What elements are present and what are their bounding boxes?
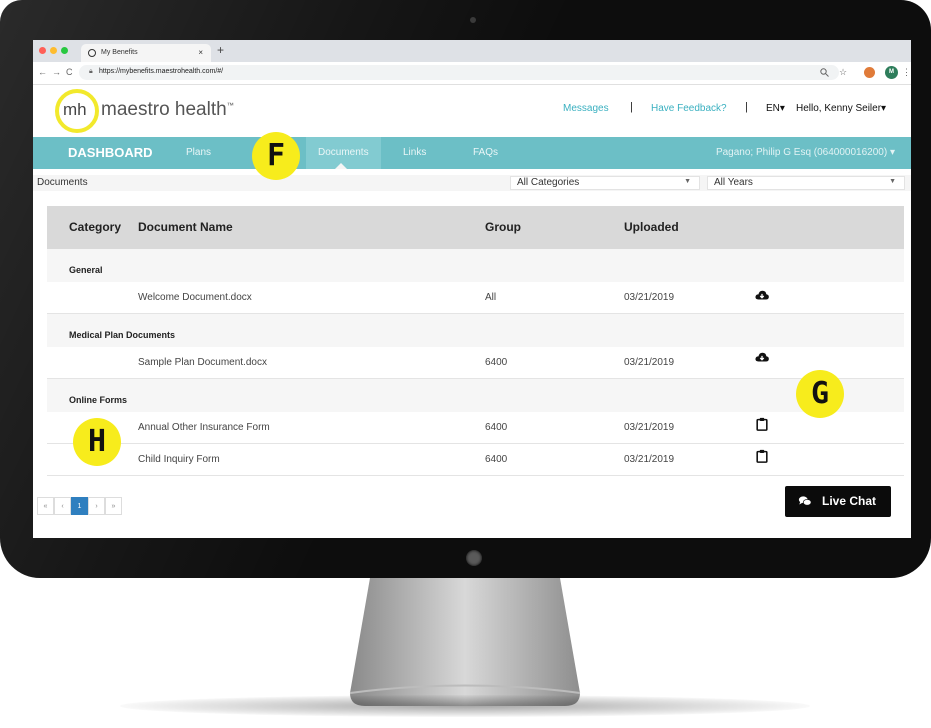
lock-icon: 🔒︎ [89, 68, 93, 75]
user-menu[interactable]: Hello, Kenny Seiler▾ [796, 103, 886, 114]
filter-bar: Documents All Categories ▼ All Years ▼ [33, 175, 911, 191]
logo-name: maestro health [101, 99, 227, 120]
reload-icon[interactable]: C [66, 67, 73, 77]
download-icon[interactable] [755, 289, 769, 303]
next-page-button[interactable]: › [88, 497, 105, 515]
header-separator: | [630, 101, 633, 113]
profile-avatar[interactable]: M [885, 66, 898, 79]
logo-mark: mh [63, 100, 87, 119]
close-window-icon[interactable] [39, 47, 46, 54]
bookmark-star-icon[interactable]: ☆ [839, 67, 847, 78]
year-select[interactable]: All Years ▼ [707, 176, 905, 190]
chevron-down-icon: ▼ [889, 178, 896, 185]
camera-icon [470, 17, 476, 23]
active-nav-indicator [335, 163, 347, 169]
forward-icon[interactable]: → [52, 67, 61, 77]
close-tab-icon[interactable]: × [198, 48, 203, 57]
trademark: ™ [226, 102, 234, 110]
table-row[interactable]: Child Inquiry Form 6400 03/21/2019 [47, 444, 904, 476]
prev-page-button[interactable]: ‹ [54, 497, 71, 515]
column-header-uploaded[interactable]: Uploaded [624, 220, 679, 234]
callout-f: F [252, 132, 300, 180]
column-header-group[interactable]: Group [485, 220, 521, 234]
group-row: Online Forms [47, 379, 904, 412]
live-chat-label: Live Chat [822, 494, 877, 508]
clipboard-icon[interactable] [755, 417, 769, 431]
table-row[interactable]: Annual Other Insurance Form 6400 03/21/2… [47, 412, 904, 444]
browser-tab-bar: My Benefits × + [33, 40, 911, 62]
group-name: Online Forms [69, 395, 128, 405]
header-separator: | [745, 101, 748, 113]
language-dropdown[interactable]: EN▾ [766, 103, 785, 114]
monitor-stand [349, 578, 581, 706]
category-select[interactable]: All Categories ▼ [510, 176, 700, 190]
monitor-power-indicator [466, 550, 482, 566]
feedback-link[interactable]: Have Feedback? [651, 103, 727, 114]
group-row: General [47, 249, 904, 282]
current-page[interactable]: 1 [71, 497, 88, 515]
nav-dashboard[interactable]: DASHBOARD [68, 137, 153, 169]
chevron-down-icon: ▼ [684, 178, 691, 185]
minimize-window-icon[interactable] [50, 47, 57, 54]
first-page-button[interactable]: « [37, 497, 54, 515]
maximize-window-icon[interactable] [61, 47, 68, 54]
messages-link[interactable]: Messages [563, 103, 609, 114]
document-name[interactable]: Sample Plan Document.docx [138, 357, 267, 368]
live-chat-button[interactable]: Live Chat [785, 486, 891, 517]
table-header: Category Document Name Group Uploaded [47, 206, 904, 249]
logo-text[interactable]: maestro health™ [101, 99, 234, 121]
clipboard-icon[interactable] [755, 449, 769, 463]
callout-h: H [73, 418, 121, 466]
tab-title: My Benefits [101, 49, 138, 56]
document-group: 6400 [485, 357, 508, 368]
chat-bubbles-icon [798, 496, 812, 506]
back-icon[interactable]: ← [38, 67, 47, 77]
document-uploaded: 03/21/2019 [624, 454, 675, 465]
menu-dots-icon[interactable]: ⋮ [902, 67, 911, 78]
document-name[interactable]: Child Inquiry Form [138, 454, 220, 465]
document-group: All [485, 292, 497, 303]
address-bar[interactable]: 🔒︎ https://mybenefits.maestrohealth.com/… [79, 65, 839, 80]
document-uploaded: 03/21/2019 [624, 357, 675, 368]
download-icon[interactable] [755, 351, 769, 365]
document-name[interactable]: Annual Other Insurance Form [138, 422, 270, 433]
extension-icon[interactable] [864, 67, 875, 78]
zoom-icon[interactable] [820, 68, 829, 77]
table-row[interactable]: Sample Plan Document.docx 6400 03/21/201… [47, 347, 904, 379]
document-group: 6400 [485, 422, 508, 433]
column-header-document-name[interactable]: Document Name [138, 220, 233, 234]
main-nav: DASHBOARD Plans Documents Links FAQs Pag… [33, 137, 911, 169]
table-row[interactable]: Welcome Document.docx All 03/21/2019 [47, 282, 904, 314]
group-row: Medical Plan Documents [47, 314, 904, 347]
favicon-icon [88, 49, 96, 57]
browser-toolbar: ← → C 🔒︎ https://mybenefits.maestrohealt… [33, 62, 911, 85]
document-uploaded: 03/21/2019 [624, 422, 675, 433]
browser-tab[interactable]: My Benefits × [81, 44, 211, 62]
nav-faqs[interactable]: FAQs [473, 137, 498, 169]
document-group: 6400 [485, 454, 508, 465]
nav-plans[interactable]: Plans [186, 137, 211, 169]
callout-g: G [796, 370, 844, 418]
breadcrumb: Documents [37, 177, 88, 188]
url-text: https://mybenefits.maestrohealth.com/#/ [99, 68, 224, 75]
app-header: mh maestro health™ Messages | Have Feedb… [33, 85, 911, 137]
last-page-button[interactable]: » [105, 497, 122, 515]
account-selector[interactable]: Pagano; Philip G Esq (064000016200) ▾ [716, 137, 895, 169]
document-uploaded: 03/21/2019 [624, 292, 675, 303]
year-select-value: All Years [714, 177, 753, 188]
new-tab-button[interactable]: + [217, 43, 224, 57]
screen: My Benefits × + ← → C 🔒︎ https://mybenef… [33, 40, 911, 538]
nav-links[interactable]: Links [403, 137, 426, 169]
column-header-category[interactable]: Category [69, 220, 121, 234]
category-select-value: All Categories [517, 177, 580, 188]
group-name: General [69, 265, 103, 275]
document-name[interactable]: Welcome Document.docx [138, 292, 252, 303]
group-name: Medical Plan Documents [69, 330, 176, 340]
stand-shadow [120, 695, 810, 717]
